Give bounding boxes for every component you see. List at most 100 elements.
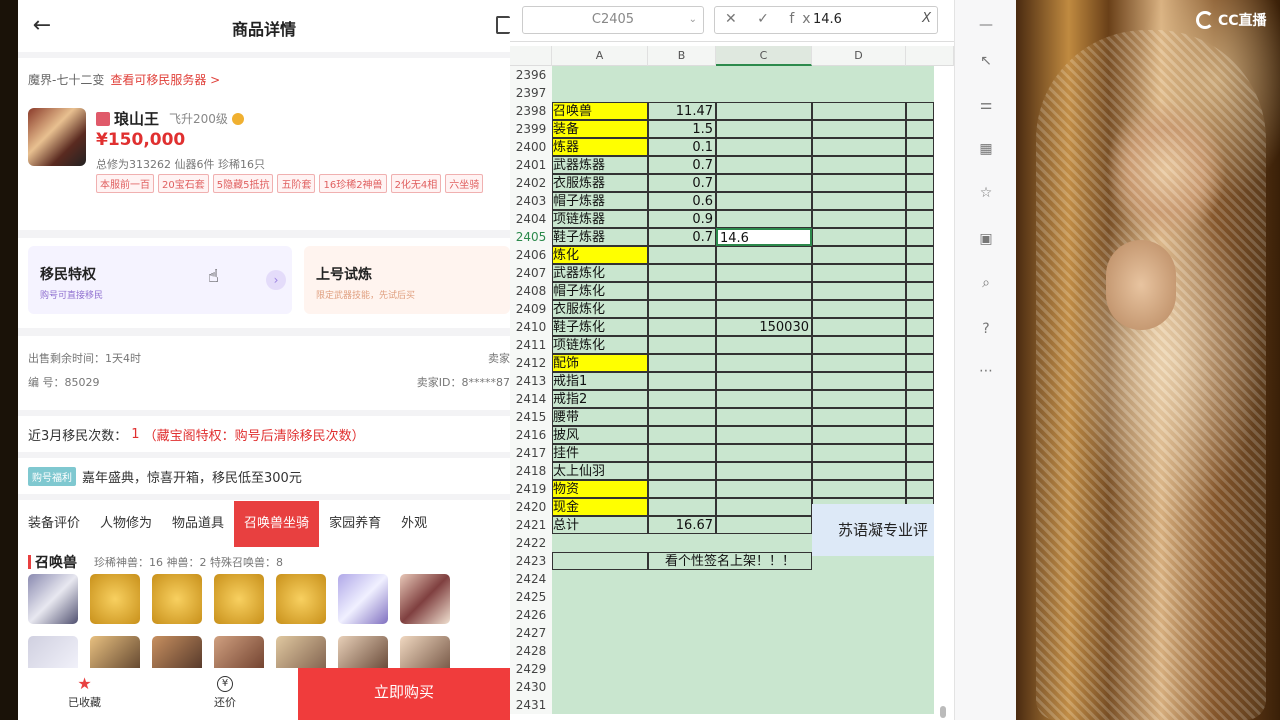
cell-c[interactable] bbox=[716, 516, 812, 534]
cell-d[interactable] bbox=[812, 84, 906, 102]
column-header-d[interactable]: D bbox=[812, 46, 906, 66]
row-number[interactable]: 2424 bbox=[510, 570, 552, 588]
row-number[interactable]: 2430 bbox=[510, 678, 552, 696]
cell-e[interactable] bbox=[906, 444, 934, 462]
cell-c[interactable] bbox=[716, 210, 812, 228]
cell-a[interactable]: 鞋子炼器 bbox=[552, 228, 648, 246]
cell-a[interactable]: 装备 bbox=[552, 120, 648, 138]
cell-b[interactable] bbox=[648, 588, 716, 606]
cell-a[interactable]: 武器炼器 bbox=[552, 156, 648, 174]
corner-cell[interactable] bbox=[510, 46, 552, 66]
row-number[interactable]: 2398 bbox=[510, 102, 552, 120]
cell-d[interactable] bbox=[812, 300, 906, 318]
promo-row[interactable]: 购号福利 嘉年盛典，惊喜开箱，移民低至300元 bbox=[18, 458, 510, 494]
row-number[interactable]: 2402 bbox=[510, 174, 552, 192]
cell-e[interactable] bbox=[906, 372, 934, 390]
minimize-icon[interactable]: — bbox=[977, 16, 995, 34]
cell-c[interactable] bbox=[716, 174, 812, 192]
cell-c[interactable] bbox=[716, 642, 812, 660]
cell-c[interactable] bbox=[716, 354, 812, 372]
cell-e[interactable] bbox=[906, 102, 934, 120]
cell-c[interactable] bbox=[716, 678, 812, 696]
row-number[interactable]: 2427 bbox=[510, 624, 552, 642]
tab-pets-mounts[interactable]: 召唤兽坐骑 bbox=[234, 501, 320, 547]
cell-b[interactable] bbox=[648, 84, 716, 102]
cell-c[interactable] bbox=[716, 498, 812, 516]
cell-a[interactable] bbox=[552, 84, 648, 102]
cell-e[interactable] bbox=[906, 318, 934, 336]
cell-b[interactable] bbox=[648, 390, 716, 408]
cell-e[interactable] bbox=[906, 300, 934, 318]
cell-b[interactable] bbox=[648, 444, 716, 462]
cell-d[interactable] bbox=[812, 444, 906, 462]
cell-c[interactable] bbox=[716, 138, 812, 156]
cell-d[interactable] bbox=[812, 660, 906, 678]
row-number[interactable]: 2426 bbox=[510, 606, 552, 624]
cell-d[interactable] bbox=[812, 156, 906, 174]
cell-a[interactable]: 项链炼器 bbox=[552, 210, 648, 228]
cell-b[interactable] bbox=[648, 498, 716, 516]
cell-a[interactable]: 戒指2 bbox=[552, 390, 648, 408]
column-header-c[interactable]: C bbox=[716, 46, 812, 66]
cell-b[interactable] bbox=[648, 570, 716, 588]
cell-a[interactable] bbox=[552, 588, 648, 606]
cell-a[interactable]: 武器炼化 bbox=[552, 264, 648, 282]
cell-d[interactable] bbox=[812, 426, 906, 444]
search-doc-icon[interactable]: ⌕ bbox=[977, 274, 995, 292]
character-avatar[interactable] bbox=[28, 108, 86, 166]
cell-e[interactable] bbox=[906, 642, 934, 660]
cell-d[interactable] bbox=[812, 210, 906, 228]
cell-b[interactable]: 0.7 bbox=[648, 156, 716, 174]
cell-d[interactable] bbox=[812, 372, 906, 390]
cell-c[interactable] bbox=[716, 588, 812, 606]
row-number[interactable]: 2406 bbox=[510, 246, 552, 264]
expand-formula-icon[interactable]: X bbox=[922, 11, 931, 26]
cell-d[interactable] bbox=[812, 354, 906, 372]
row-number[interactable]: 2421 bbox=[510, 516, 552, 534]
cell-a[interactable]: 披风 bbox=[552, 426, 648, 444]
row-number[interactable]: 2429 bbox=[510, 660, 552, 678]
cell-e[interactable] bbox=[906, 228, 934, 246]
cell-d[interactable] bbox=[812, 624, 906, 642]
row-number[interactable]: 2415 bbox=[510, 408, 552, 426]
tab-items[interactable]: 物品道具 bbox=[162, 500, 234, 548]
tab-cultivation[interactable]: 人物修为 bbox=[90, 500, 162, 548]
cell-d[interactable] bbox=[812, 588, 906, 606]
cell-c[interactable] bbox=[716, 426, 812, 444]
favorite-button[interactable]: ★ 已收藏 bbox=[68, 676, 101, 710]
formula-controls[interactable]: ✕ ✓ fx bbox=[725, 11, 819, 27]
cell-e[interactable] bbox=[906, 624, 934, 642]
migration-privilege-card[interactable]: 移民特权 购号可直接移民 ☝ › bbox=[28, 246, 292, 314]
cell-a[interactable]: 挂件 bbox=[552, 444, 648, 462]
row-number[interactable]: 2417 bbox=[510, 444, 552, 462]
cell-b[interactable] bbox=[648, 426, 716, 444]
cell-c[interactable] bbox=[716, 624, 812, 642]
cell-b[interactable] bbox=[648, 300, 716, 318]
cell-c[interactable] bbox=[716, 282, 812, 300]
info-icon[interactable] bbox=[231, 112, 244, 125]
cell-d[interactable] bbox=[812, 318, 906, 336]
cell-c[interactable]: 150030 bbox=[716, 318, 812, 336]
cell-a[interactable] bbox=[552, 606, 648, 624]
cell-d[interactable] bbox=[812, 642, 906, 660]
cell-e[interactable] bbox=[906, 696, 934, 714]
cell-b[interactable] bbox=[648, 534, 716, 552]
cell-b[interactable] bbox=[648, 462, 716, 480]
cell-a[interactable] bbox=[552, 642, 648, 660]
row-number[interactable]: 2418 bbox=[510, 462, 552, 480]
cell-c[interactable] bbox=[716, 120, 812, 138]
share-icon[interactable] bbox=[496, 16, 510, 34]
cell-e[interactable] bbox=[906, 246, 934, 264]
row-number[interactable]: 2399 bbox=[510, 120, 552, 138]
row-number[interactable]: 2423 bbox=[510, 552, 552, 570]
adjust-icon[interactable]: ⚌ bbox=[977, 96, 995, 114]
formula-input[interactable]: ✕ ✓ fx 14.6 X bbox=[714, 6, 938, 34]
cell-e[interactable] bbox=[906, 588, 934, 606]
cell-b[interactable] bbox=[648, 246, 716, 264]
cell-a[interactable] bbox=[552, 534, 648, 552]
cell-b[interactable] bbox=[648, 624, 716, 642]
cell-c[interactable] bbox=[716, 102, 812, 120]
cell-e[interactable] bbox=[906, 678, 934, 696]
cell-e[interactable] bbox=[906, 480, 934, 498]
cell-b[interactable]: 16.67 bbox=[648, 516, 716, 534]
